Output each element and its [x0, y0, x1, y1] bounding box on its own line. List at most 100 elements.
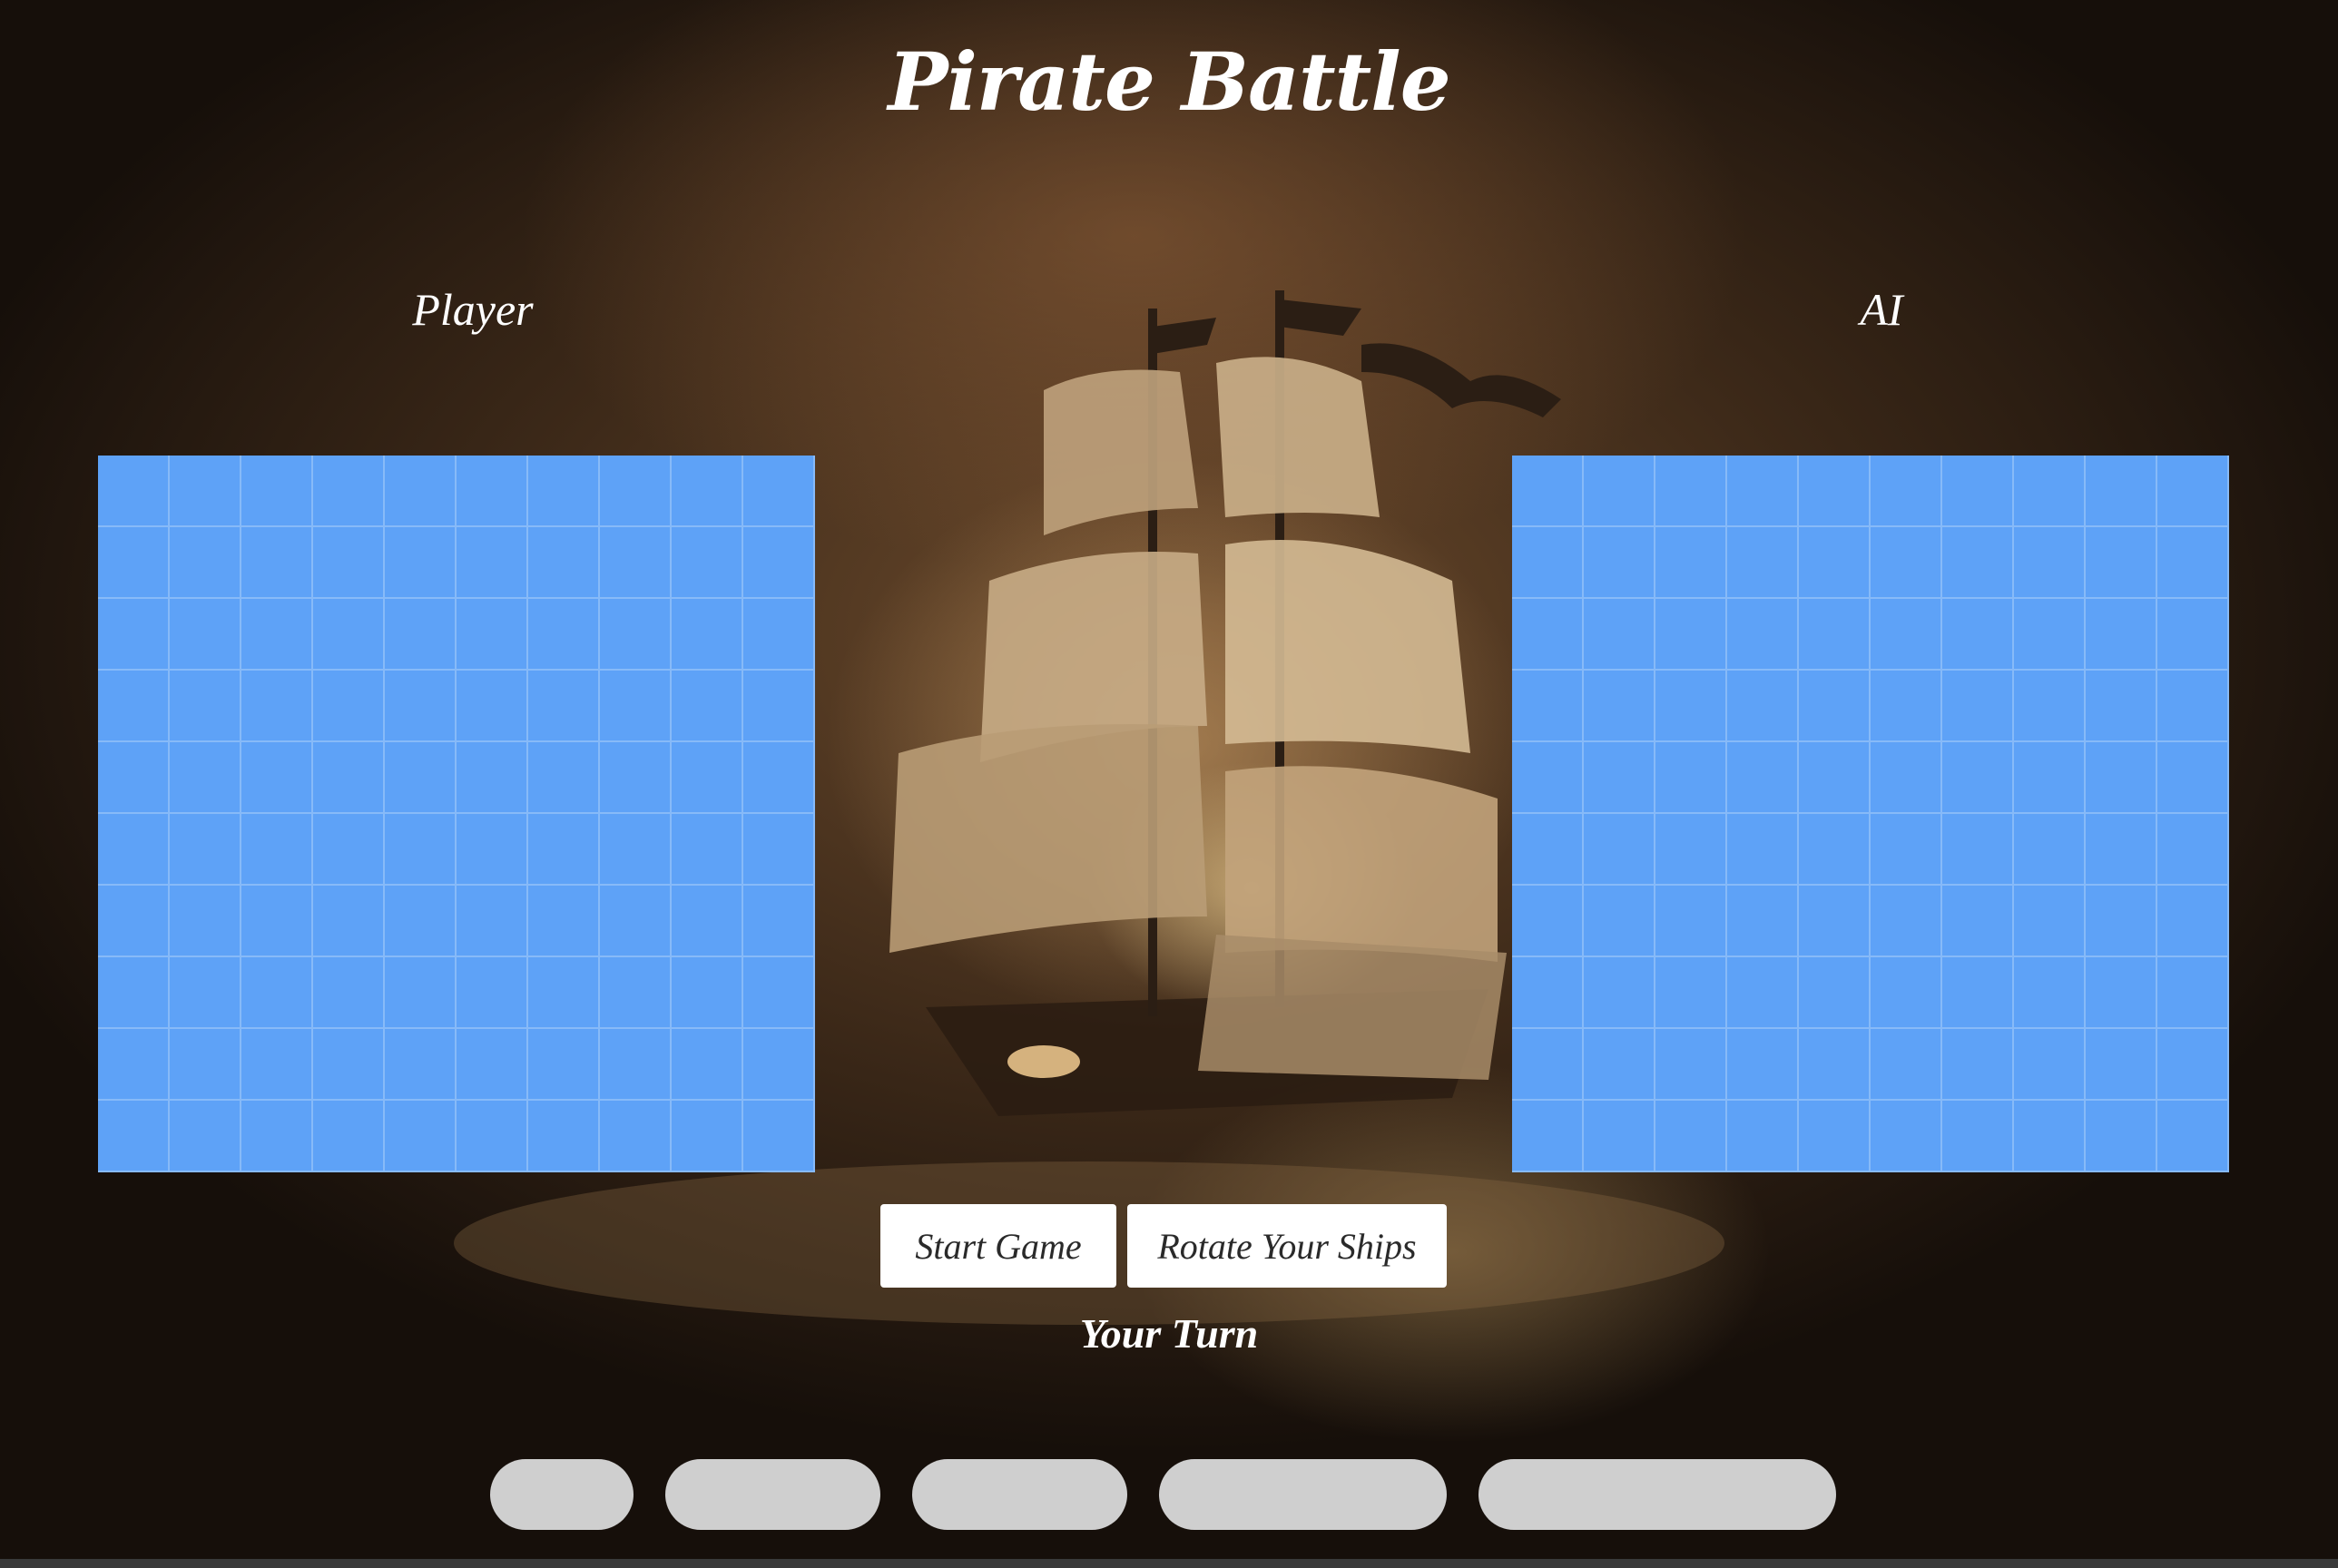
- grid-cell[interactable]: [170, 1101, 241, 1172]
- grid-cell[interactable]: [457, 886, 528, 957]
- grid-cell[interactable]: [1942, 599, 2014, 671]
- player-board[interactable]: [98, 456, 815, 1172]
- grid-cell[interactable]: [2014, 1029, 2086, 1101]
- grid-cell[interactable]: [2157, 957, 2229, 1029]
- grid-cell[interactable]: [241, 671, 313, 742]
- grid-cell[interactable]: [457, 742, 528, 814]
- grid-cell[interactable]: [2086, 671, 2157, 742]
- grid-cell[interactable]: [672, 599, 743, 671]
- grid-cell[interactable]: [1512, 886, 1584, 957]
- grid-cell[interactable]: [385, 814, 457, 886]
- grid-cell[interactable]: [1799, 814, 1871, 886]
- grid-cell[interactable]: [170, 527, 241, 599]
- grid-cell[interactable]: [1727, 599, 1799, 671]
- grid-cell[interactable]: [1942, 957, 2014, 1029]
- grid-cell[interactable]: [672, 1029, 743, 1101]
- grid-cell[interactable]: [2157, 814, 2229, 886]
- grid-cell[interactable]: [2157, 527, 2229, 599]
- grid-cell[interactable]: [2014, 742, 2086, 814]
- grid-cell[interactable]: [1655, 456, 1727, 527]
- grid-cell[interactable]: [2157, 1101, 2229, 1172]
- grid-cell[interactable]: [672, 671, 743, 742]
- grid-cell[interactable]: [98, 1101, 170, 1172]
- grid-cell[interactable]: [1942, 742, 2014, 814]
- grid-cell[interactable]: [2157, 599, 2229, 671]
- grid-cell[interactable]: [1512, 814, 1584, 886]
- grid-cell[interactable]: [241, 742, 313, 814]
- grid-cell[interactable]: [1871, 456, 1942, 527]
- grid-cell[interactable]: [1799, 456, 1871, 527]
- grid-cell[interactable]: [743, 599, 815, 671]
- grid-cell[interactable]: [385, 886, 457, 957]
- grid-cell[interactable]: [1584, 742, 1655, 814]
- grid-cell[interactable]: [1871, 886, 1942, 957]
- grid-cell[interactable]: [528, 1029, 600, 1101]
- grid-cell[interactable]: [528, 742, 600, 814]
- grid-cell[interactable]: [1655, 527, 1727, 599]
- grid-cell[interactable]: [1871, 671, 1942, 742]
- grid-cell[interactable]: [2014, 456, 2086, 527]
- grid-cell[interactable]: [1512, 456, 1584, 527]
- ship-battleship[interactable]: [1159, 1459, 1447, 1530]
- grid-cell[interactable]: [313, 1029, 385, 1101]
- grid-cell[interactable]: [1799, 886, 1871, 957]
- grid-cell[interactable]: [385, 599, 457, 671]
- grid-cell[interactable]: [2014, 814, 2086, 886]
- grid-cell[interactable]: [528, 1101, 600, 1172]
- grid-cell[interactable]: [385, 1101, 457, 1172]
- ai-board[interactable]: [1512, 456, 2229, 1172]
- grid-cell[interactable]: [98, 671, 170, 742]
- grid-cell[interactable]: [1942, 456, 2014, 527]
- grid-cell[interactable]: [457, 1101, 528, 1172]
- grid-cell[interactable]: [528, 671, 600, 742]
- grid-cell[interactable]: [457, 671, 528, 742]
- grid-cell[interactable]: [1727, 1101, 1799, 1172]
- grid-cell[interactable]: [2157, 886, 2229, 957]
- grid-cell[interactable]: [672, 886, 743, 957]
- grid-cell[interactable]: [600, 742, 672, 814]
- grid-cell[interactable]: [170, 456, 241, 527]
- ship-destroyer[interactable]: [490, 1459, 634, 1530]
- ship-carrier[interactable]: [1478, 1459, 1836, 1530]
- grid-cell[interactable]: [600, 1101, 672, 1172]
- rotate-ships-button[interactable]: Rotate Your Ships: [1127, 1204, 1447, 1288]
- grid-cell[interactable]: [1655, 1029, 1727, 1101]
- grid-cell[interactable]: [241, 814, 313, 886]
- grid-cell[interactable]: [1799, 671, 1871, 742]
- grid-cell[interactable]: [528, 957, 600, 1029]
- grid-cell[interactable]: [2086, 814, 2157, 886]
- grid-cell[interactable]: [600, 599, 672, 671]
- grid-cell[interactable]: [1584, 671, 1655, 742]
- grid-cell[interactable]: [1871, 1101, 1942, 1172]
- grid-cell[interactable]: [528, 527, 600, 599]
- grid-cell[interactable]: [1942, 1101, 2014, 1172]
- grid-cell[interactable]: [170, 957, 241, 1029]
- grid-cell[interactable]: [98, 886, 170, 957]
- grid-cell[interactable]: [457, 456, 528, 527]
- grid-cell[interactable]: [1512, 599, 1584, 671]
- grid-cell[interactable]: [672, 814, 743, 886]
- grid-cell[interactable]: [1655, 599, 1727, 671]
- grid-cell[interactable]: [98, 742, 170, 814]
- grid-cell[interactable]: [743, 814, 815, 886]
- grid-cell[interactable]: [600, 957, 672, 1029]
- grid-cell[interactable]: [1655, 1101, 1727, 1172]
- grid-cell[interactable]: [1584, 957, 1655, 1029]
- grid-cell[interactable]: [313, 957, 385, 1029]
- grid-cell[interactable]: [241, 527, 313, 599]
- grid-cell[interactable]: [313, 814, 385, 886]
- grid-cell[interactable]: [2157, 671, 2229, 742]
- grid-cell[interactable]: [98, 599, 170, 671]
- grid-cell[interactable]: [600, 671, 672, 742]
- ship-submarine[interactable]: [665, 1459, 880, 1530]
- grid-cell[interactable]: [1584, 1029, 1655, 1101]
- grid-cell[interactable]: [1942, 671, 2014, 742]
- grid-cell[interactable]: [600, 886, 672, 957]
- grid-cell[interactable]: [2014, 1101, 2086, 1172]
- grid-cell[interactable]: [457, 957, 528, 1029]
- grid-cell[interactable]: [170, 1029, 241, 1101]
- grid-cell[interactable]: [385, 1029, 457, 1101]
- grid-cell[interactable]: [313, 527, 385, 599]
- grid-cell[interactable]: [1512, 527, 1584, 599]
- grid-cell[interactable]: [1655, 886, 1727, 957]
